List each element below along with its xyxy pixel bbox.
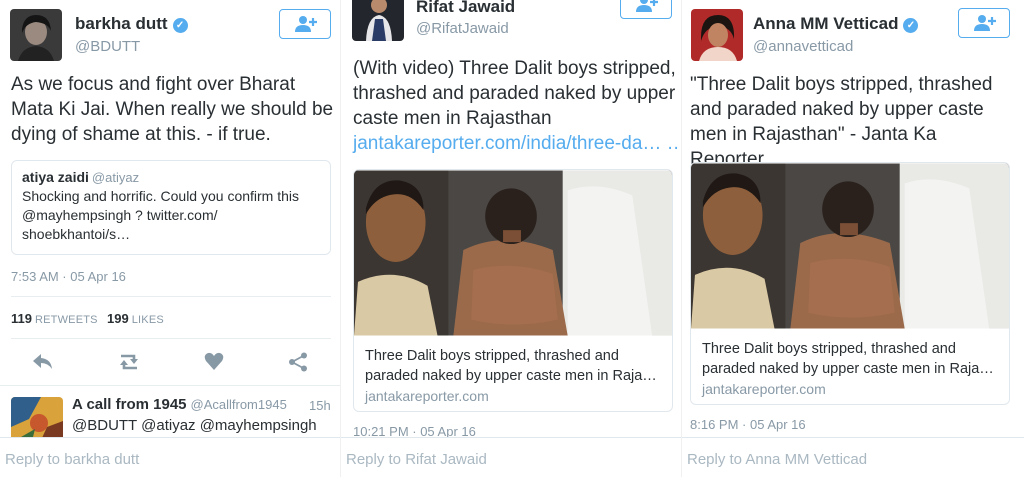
card-domain: jantakareporter.com — [702, 381, 826, 397]
tweet-body: (With video) Three Dalit boys stripped, … — [353, 58, 676, 129]
share-icon[interactable] — [288, 352, 308, 377]
card-title: Three Dalit boys stripped, thrashed and … — [365, 348, 657, 384]
divider — [11, 338, 331, 339]
reply-placeholder: Reply to Rifat Jawaid — [346, 451, 487, 468]
reply-input[interactable]: Reply to Anna MM Vetticad — [682, 437, 1024, 477]
follow-user-icon — [636, 0, 658, 12]
reply-icon[interactable] — [32, 352, 54, 377]
reply-text: @BDUTT @atiyaz @mayhempsingh — [72, 417, 317, 434]
link-card[interactable]: Three Dalit boys stripped, thrashed and … — [690, 162, 1010, 405]
tweet-text: (With video) Three Dalit boys stripped, … — [353, 56, 681, 156]
follow-button[interactable] — [620, 0, 672, 19]
like-count[interactable]: 199 LIKES — [107, 311, 164, 326]
tweet-timestamp: 7:53 AM · 05 Apr 16 — [11, 269, 126, 284]
quoted-tweet[interactable]: atiya zaidi @atiyaz Shocking and horrific… — [11, 160, 331, 255]
reply-time: 15h — [309, 398, 331, 413]
follow-user-icon — [974, 15, 996, 31]
tweet-link[interactable]: jantakareporter.com/india/three-da… … — [353, 131, 681, 156]
reply-placeholder: Reply to barkha dutt — [5, 451, 140, 468]
avatar[interactable] — [352, 0, 404, 41]
avatar[interactable] — [691, 9, 743, 61]
author-name[interactable]: Rifat Jawaid — [416, 0, 515, 17]
card-domain: jantakareporter.com — [365, 388, 489, 404]
card-title: Three Dalit boys stripped, thrashed and … — [702, 341, 994, 377]
tweet-text: "Three Dalit boys stripped, thrashed and… — [690, 74, 993, 170]
follow-button[interactable] — [958, 8, 1010, 38]
card-image — [691, 163, 1009, 329]
author-name[interactable]: barkha dutt ✓ — [75, 14, 188, 34]
verified-badge-icon: ✓ — [903, 18, 919, 33]
reply-input[interactable]: Reply to barkha dutt — [0, 437, 340, 477]
author-handle[interactable]: @annavetticad — [753, 38, 853, 55]
quoted-author: atiya zaidi @atiyaz — [22, 169, 320, 185]
avatar[interactable] — [10, 9, 62, 61]
follow-user-icon — [295, 16, 317, 32]
retweet-count[interactable]: 119 RETWEETS — [11, 311, 98, 326]
tweet-panel-rifat: Rifat Jawaid @RifatJawaid (With video) T… — [341, 0, 681, 477]
tweet-panel-anna: Anna MM Vetticad ✓ @annavetticad "Three D… — [682, 0, 1024, 477]
reply-placeholder: Reply to Anna MM Vetticad — [687, 451, 868, 468]
tweet-panel-barkha: barkha dutt ✓ @BDUTT As we focus and figh… — [0, 0, 340, 477]
link-card[interactable]: Three Dalit boys stripped, thrashed and … — [353, 169, 673, 412]
follow-button[interactable] — [279, 9, 331, 39]
divider — [0, 385, 340, 386]
quoted-author-name: atiya zaidi — [22, 169, 89, 185]
like-icon[interactable] — [204, 352, 224, 376]
author-handle[interactable]: @BDUTT — [75, 38, 140, 55]
retweet-icon[interactable] — [116, 353, 142, 376]
tweet-text: As we focus and fight over Bharat Mata K… — [11, 74, 334, 145]
author-name[interactable]: Anna MM Vetticad ✓ — [753, 14, 919, 34]
tweet-timestamp: 8:16 PM · 05 Apr 16 — [690, 417, 806, 432]
reply-author[interactable]: A call from 1945 @Acallfrom1945 — [72, 396, 287, 413]
card-image — [354, 170, 672, 336]
reply-input[interactable]: Reply to Rifat Jawaid — [341, 437, 681, 477]
divider — [11, 296, 331, 297]
author-handle[interactable]: @RifatJawaid — [416, 20, 509, 37]
quoted-author-handle: @atiyaz — [91, 170, 140, 185]
quoted-text: Shocking and horrific. Could you confirm… — [22, 188, 300, 242]
verified-badge-icon: ✓ — [172, 18, 188, 33]
